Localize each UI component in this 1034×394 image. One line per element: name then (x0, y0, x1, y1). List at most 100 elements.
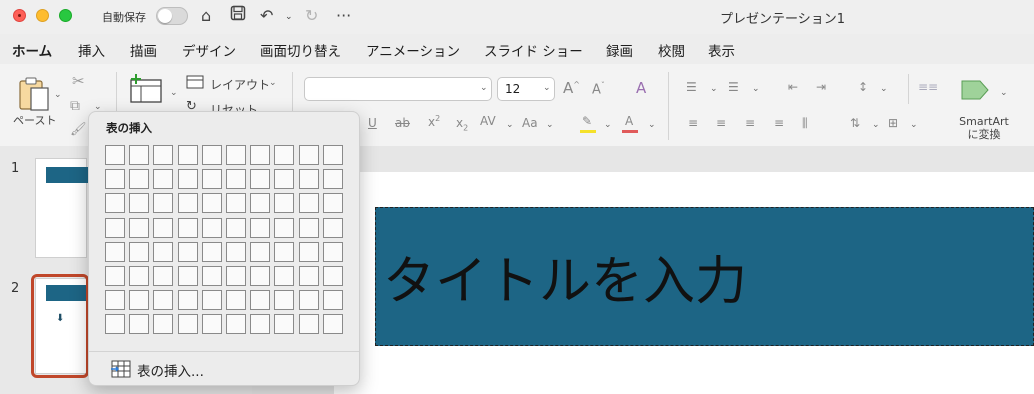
table-grid-cell[interactable] (250, 265, 271, 286)
table-grid-cell[interactable] (298, 169, 319, 190)
decrease-indent-icon[interactable]: ⇤ (788, 80, 798, 94)
increase-font-size-icon[interactable]: A^ (563, 79, 580, 97)
smartart-dropdown-icon[interactable]: ⌄ (1000, 88, 1008, 98)
character-spacing-icon[interactable]: AV (480, 114, 496, 128)
layout-icon[interactable] (186, 75, 204, 92)
underline-icon[interactable]: U (368, 116, 377, 130)
table-grid-cell[interactable] (105, 193, 125, 214)
tab-home[interactable]: ホーム (12, 40, 52, 60)
table-grid-cell[interactable] (298, 145, 319, 165)
minimize-window-button[interactable] (36, 9, 49, 22)
table-grid-cell[interactable] (129, 193, 150, 214)
table-grid-cell[interactable] (153, 290, 174, 311)
table-grid-cell[interactable] (322, 314, 343, 335)
table-grid-cell[interactable] (225, 145, 246, 165)
redo-icon[interactable]: ↻ (305, 5, 318, 27)
table-grid-cell[interactable] (298, 217, 319, 238)
table-grid-cell[interactable] (201, 241, 222, 262)
table-grid-cell[interactable] (201, 217, 222, 238)
table-grid-cell[interactable] (153, 169, 174, 190)
table-grid-cell[interactable] (250, 241, 271, 262)
clear-formatting-icon[interactable]: A (636, 79, 646, 97)
table-grid-cell[interactable] (298, 290, 319, 311)
tab-review[interactable]: 校閲 (658, 40, 685, 60)
table-grid-cell[interactable] (201, 290, 222, 311)
table-grid-cell[interactable] (274, 145, 295, 165)
title-placeholder-text[interactable]: タイトルを入力 (383, 239, 747, 314)
text-direction-dropdown-icon[interactable]: ⌄ (872, 120, 880, 130)
table-grid-cell[interactable] (201, 265, 222, 286)
table-grid-cell[interactable] (105, 145, 125, 165)
table-grid-cell[interactable] (177, 145, 198, 165)
table-grid-cell[interactable] (274, 217, 295, 238)
line-spacing-icon[interactable]: ↕ (858, 80, 868, 94)
line-spacing-dropdown-icon[interactable]: ⌄ (880, 84, 888, 94)
table-grid-cell[interactable] (274, 314, 295, 335)
table-grid-cell[interactable] (105, 290, 125, 311)
table-grid-cell[interactable] (177, 217, 198, 238)
smartart-icon[interactable] (960, 77, 992, 106)
table-grid-cell[interactable] (105, 314, 125, 335)
layout-label[interactable]: レイアウト (210, 76, 270, 93)
tab-animations[interactable]: アニメーション (366, 40, 460, 60)
table-grid-cell[interactable] (105, 265, 125, 286)
table-grid-cell[interactable] (274, 290, 295, 311)
table-grid-cell[interactable] (129, 265, 150, 286)
table-grid-cell[interactable] (129, 145, 150, 165)
tab-draw[interactable]: 描画 (130, 40, 157, 60)
align-left-icon[interactable]: ≡ (688, 116, 698, 130)
align-center-icon[interactable]: ≡ (716, 116, 726, 130)
table-grid-cell[interactable] (177, 193, 198, 214)
table-grid-cell[interactable] (177, 290, 198, 311)
table-grid-cell[interactable] (129, 241, 150, 262)
table-grid-cell[interactable] (129, 169, 150, 190)
highlight-dropdown-icon[interactable]: ⌄ (604, 120, 612, 130)
decrease-font-size-icon[interactable]: Aˇ (592, 81, 605, 97)
change-case-icon[interactable]: Aa (522, 116, 538, 130)
table-grid-cell[interactable] (322, 217, 343, 238)
table-grid-cell[interactable] (225, 290, 246, 311)
table-grid-cell[interactable] (250, 169, 271, 190)
new-slide-icon[interactable] (128, 74, 164, 107)
convert-to-smartart-small-icon[interactable]: ≡≡ (918, 80, 938, 94)
tab-design[interactable]: デザイン (182, 40, 236, 60)
change-case-dropdown-icon[interactable]: ⌄ (546, 120, 554, 130)
table-grid-cell[interactable] (298, 314, 319, 335)
table-grid-cell[interactable] (225, 314, 246, 335)
font-name-select[interactable] (304, 77, 492, 101)
table-grid-cell[interactable] (129, 290, 150, 311)
numbering-dropdown-icon[interactable]: ⌄ (752, 84, 760, 94)
table-grid-cell[interactable] (153, 314, 174, 335)
subscript-icon[interactable]: x2 (456, 116, 468, 132)
table-grid-cell[interactable] (225, 193, 246, 214)
table-grid-cell[interactable] (250, 290, 271, 311)
numbering-icon[interactable]: ☰ (728, 80, 739, 94)
table-grid-cell[interactable] (225, 169, 246, 190)
table-grid-cell[interactable] (225, 217, 246, 238)
undo-dropdown-icon[interactable]: ⌄ (285, 6, 293, 28)
cut-icon[interactable]: ✂ (72, 72, 85, 90)
align-text-icon[interactable]: ⊞ (888, 116, 898, 130)
undo-icon[interactable]: ↶ (260, 5, 273, 27)
table-grid-cell[interactable] (129, 314, 150, 335)
table-grid-cell[interactable] (225, 241, 246, 262)
table-grid-cell[interactable] (274, 241, 295, 262)
table-grid-cell[interactable] (153, 193, 174, 214)
character-spacing-dropdown-icon[interactable]: ⌄ (506, 120, 514, 130)
font-color-icon[interactable]: A (625, 114, 633, 128)
table-grid-cell[interactable] (201, 169, 222, 190)
text-direction-icon[interactable]: ⇅ (850, 116, 860, 130)
table-grid-cell[interactable] (322, 145, 343, 165)
table-grid-cell[interactable] (201, 314, 222, 335)
table-grid-cell[interactable] (201, 193, 222, 214)
font-size-dropdown-icon[interactable]: ⌄ (543, 83, 551, 93)
table-grid-cell[interactable] (274, 169, 295, 190)
tab-transitions[interactable]: 画面切り替え (260, 40, 341, 60)
table-grid-cell[interactable] (250, 314, 271, 335)
more-icon[interactable]: ··· (336, 5, 351, 27)
paste-icon[interactable] (17, 76, 51, 115)
table-grid-cell[interactable] (105, 217, 125, 238)
tab-insert[interactable]: 挿入 (78, 40, 105, 60)
table-grid-cell[interactable] (201, 145, 222, 165)
close-window-button[interactable] (13, 9, 26, 22)
